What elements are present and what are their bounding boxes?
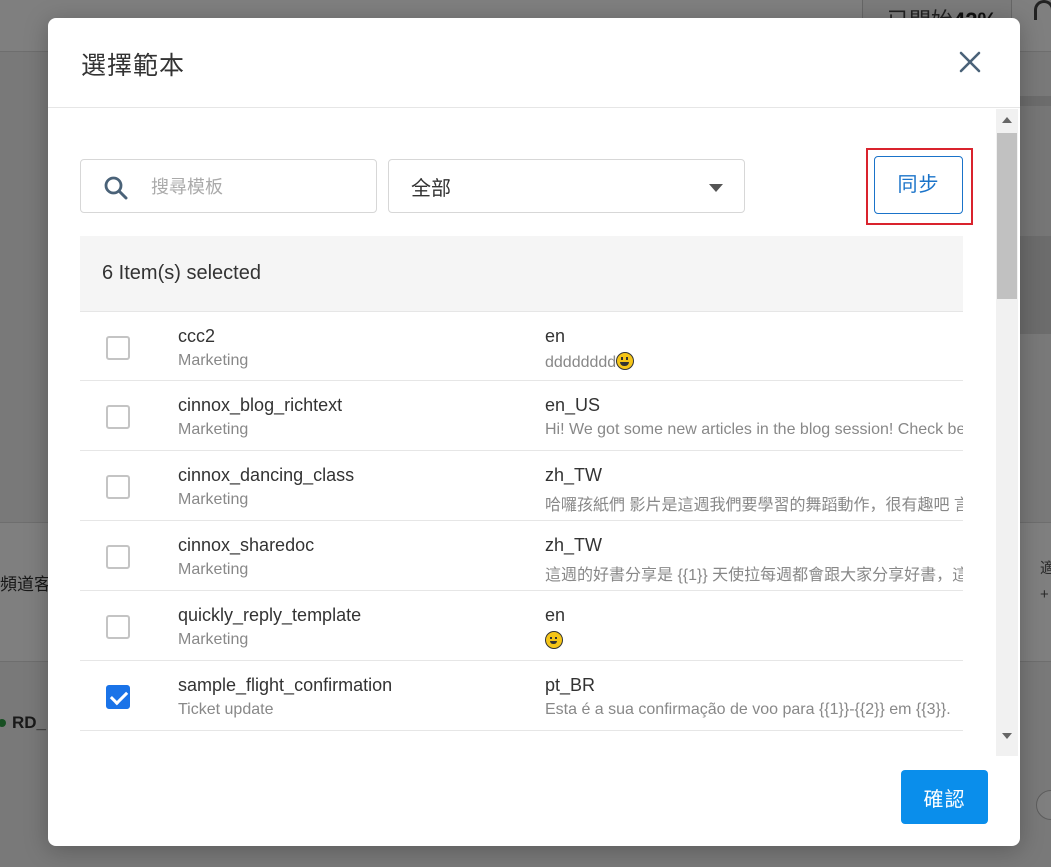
- template-row[interactable]: cinnox_sharedoc Marketing zh_TW 這週的好書分享是…: [80, 521, 963, 591]
- scroll-down-arrow-icon[interactable]: [1002, 733, 1012, 739]
- template-name: sample_flight_confirmation: [178, 675, 393, 695]
- selection-summary-bar: 6 Item(s) selected: [80, 236, 963, 311]
- template-name: ccc2: [178, 326, 216, 346]
- template-preview: 哈囉孩紙們 影片是這週我們要學習的舞蹈動作，很有趣吧 言: [545, 497, 963, 514]
- template-row[interactable]: quickly_reply_template Marketing en: [80, 591, 963, 661]
- template-name: cinnox_sharedoc: [178, 535, 315, 555]
- template-preview: Hi! We got some new articles in the blog…: [545, 421, 963, 438]
- row-checkbox[interactable]: [106, 475, 130, 499]
- template-name: cinnox_blog_richtext: [178, 395, 343, 415]
- template-list: ccc2 Marketing en dddddddd cinnox_blog_r…: [80, 311, 963, 731]
- template-row[interactable]: cinnox_dancing_class Marketing zh_TW 哈囉孩…: [80, 451, 963, 521]
- template-language: en_US: [545, 395, 601, 415]
- template-row[interactable]: ccc2 Marketing en dddddddd: [80, 311, 963, 381]
- caret-down-icon: [709, 184, 723, 192]
- template-category: Marketing: [178, 491, 249, 508]
- modal-body: 全部 同步 6 Item(s) selected ccc2 Marketing …: [48, 109, 1020, 756]
- template-language: en: [545, 326, 566, 346]
- sync-button[interactable]: 同步: [874, 156, 963, 214]
- modal-header: 選擇範本: [48, 18, 1020, 108]
- vertical-scrollbar[interactable]: [996, 109, 1018, 756]
- preview-text: dddddddd: [545, 354, 617, 371]
- template-row[interactable]: cinnox_blog_richtext Marketing en_US Hi!…: [80, 381, 963, 451]
- template-language: pt_BR: [545, 675, 596, 695]
- template-language: zh_TW: [545, 535, 603, 555]
- row-checkbox[interactable]: [106, 615, 130, 639]
- select-template-modal: 選擇範本 全部 同步 6 Item(s) selected: [48, 18, 1020, 846]
- template-preview: 這週的好書分享是 {{1}} 天使拉每週都會跟大家分享好書，這: [545, 567, 963, 584]
- template-name: cinnox_dancing_class: [178, 465, 355, 485]
- template-category: Marketing: [178, 421, 249, 438]
- template-language: en: [545, 605, 566, 625]
- search-icon: [104, 176, 128, 200]
- category-filter-select[interactable]: 全部: [388, 159, 745, 213]
- scroll-thumb[interactable]: [997, 133, 1017, 299]
- smiling-face-icon: [545, 631, 563, 649]
- template-category: Ticket update: [178, 701, 274, 718]
- selected-count-text: 6 Item(s) selected: [102, 262, 261, 284]
- row-checkbox-checked[interactable]: [106, 685, 130, 709]
- template-category: Marketing: [178, 561, 249, 578]
- template-language: zh_TW: [545, 465, 603, 485]
- search-input[interactable]: [151, 170, 361, 204]
- row-checkbox[interactable]: [106, 336, 130, 360]
- search-box: [80, 159, 377, 213]
- template-preview: dddddddd: [545, 352, 963, 372]
- template-row[interactable]: sample_flight_confirmation Ticket update…: [80, 661, 963, 731]
- template-preview: [545, 631, 963, 651]
- template-category: Marketing: [178, 631, 249, 648]
- grinning-face-icon: [616, 352, 635, 370]
- row-checkbox[interactable]: [106, 405, 130, 429]
- filter-selected-value: 全部: [411, 178, 451, 200]
- template-name: quickly_reply_template: [178, 605, 362, 625]
- scroll-up-arrow-icon[interactable]: [1002, 117, 1012, 123]
- template-category: Marketing: [178, 352, 249, 369]
- template-preview: Esta é a sua confirmação de voo para {{1…: [545, 701, 951, 718]
- close-button[interactable]: [957, 49, 983, 75]
- confirm-button[interactable]: 確認: [901, 770, 988, 824]
- close-icon: [959, 51, 981, 73]
- row-checkbox[interactable]: [106, 545, 130, 569]
- modal-title: 選擇範本: [81, 52, 186, 80]
